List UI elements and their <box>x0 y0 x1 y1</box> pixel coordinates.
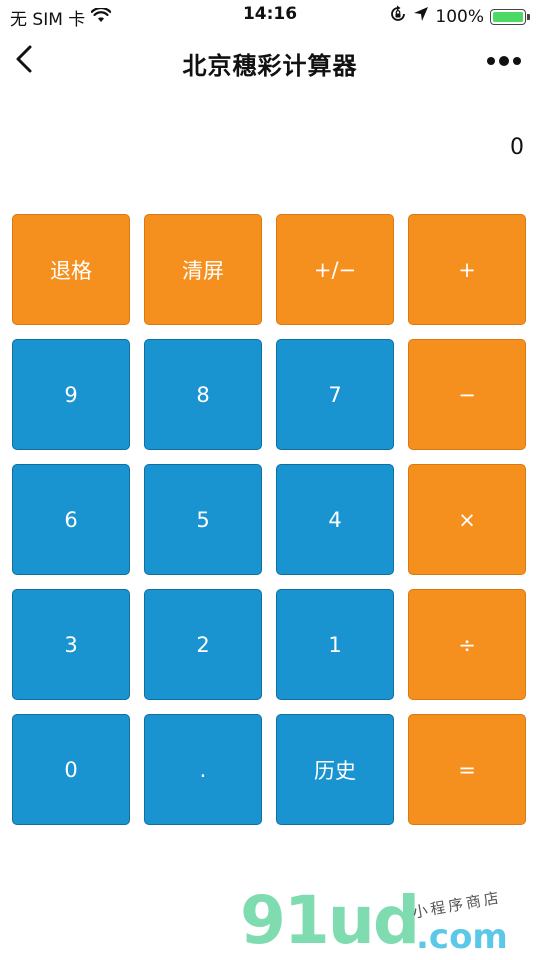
digit-6-key[interactable]: 6 <box>12 464 130 575</box>
digit-9-key[interactable]: 9 <box>12 339 130 450</box>
equals-key[interactable]: = <box>408 714 526 825</box>
watermark-logo: 91ud <box>240 882 420 959</box>
more-button[interactable] <box>486 50 522 72</box>
status-bar: 无 SIM 卡 14:16 100% <box>0 0 540 30</box>
nav-bar: 北京穗彩计算器 <box>0 34 540 90</box>
digit-5-key[interactable]: 5 <box>144 464 262 575</box>
digit-8-key[interactable]: 8 <box>144 339 262 450</box>
digit-1-key[interactable]: 1 <box>276 589 394 700</box>
watermark: 91ud 小程序商店 .com <box>240 880 530 960</box>
minus-key[interactable]: − <box>408 339 526 450</box>
watermark-domain: .com <box>416 917 508 957</box>
history-key[interactable]: 历史 <box>276 714 394 825</box>
rotation-lock-icon <box>389 5 407 28</box>
digit-0-key[interactable]: 0 <box>12 714 130 825</box>
digit-3-key[interactable]: 3 <box>12 589 130 700</box>
toggle-sign-key[interactable]: +/− <box>276 214 394 325</box>
clear-key[interactable]: 清屏 <box>144 214 262 325</box>
more-dots-icon <box>486 52 522 71</box>
plus-key[interactable]: + <box>408 214 526 325</box>
multiply-key[interactable]: × <box>408 464 526 575</box>
page-title: 北京穗彩计算器 <box>182 52 358 80</box>
digit-2-key[interactable]: 2 <box>144 589 262 700</box>
digit-4-key[interactable]: 4 <box>276 464 394 575</box>
status-right: 100% <box>389 5 530 28</box>
battery-percent: 100% <box>435 6 484 27</box>
battery-cap <box>527 13 530 20</box>
digit-7-key[interactable]: 7 <box>276 339 394 450</box>
location-icon <box>413 6 429 27</box>
battery-icon <box>490 8 526 25</box>
backspace-key[interactable]: 退格 <box>12 214 130 325</box>
battery-fill <box>493 11 523 22</box>
calculator-display: 0 <box>510 135 524 160</box>
keypad: 退格 清屏 +/− +9 8 7− 6 5 4 × 3 2 1 ÷ 0. 历史 = <box>12 214 528 825</box>
decimal-key[interactable]: . <box>144 714 262 825</box>
divide-key[interactable]: ÷ <box>408 589 526 700</box>
